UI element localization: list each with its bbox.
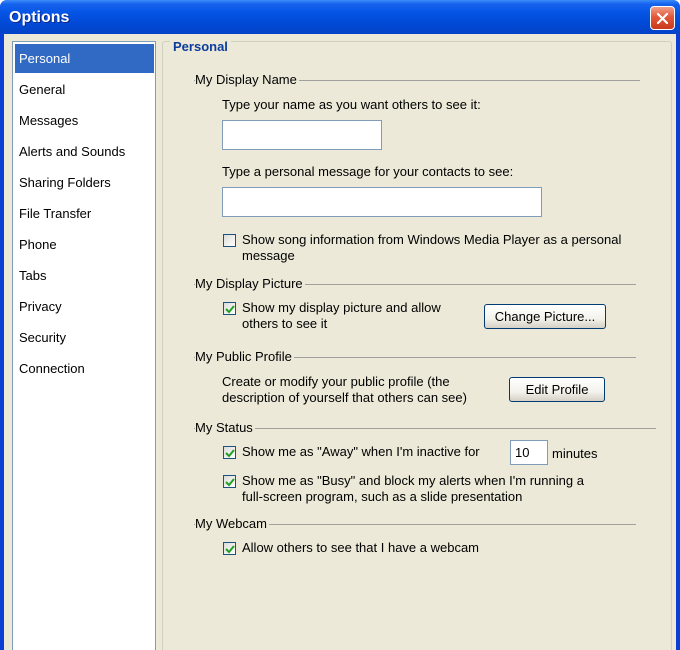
- display-picture-heading: My Display Picture: [195, 276, 305, 291]
- section-divider: [194, 428, 656, 429]
- sidebar-item-privacy[interactable]: Privacy: [15, 292, 154, 321]
- public-profile-heading: My Public Profile: [195, 349, 294, 364]
- minutes-label: minutes: [552, 446, 598, 461]
- sidebar-item-file-transfer[interactable]: File Transfer: [15, 199, 154, 228]
- close-button[interactable]: [650, 6, 675, 30]
- busy-checkbox[interactable]: [223, 475, 236, 488]
- message-label: Type a personal message for your contact…: [222, 164, 514, 179]
- options-window: Options Personal General Messages Alerts…: [0, 0, 680, 650]
- away-minutes-input[interactable]: [510, 440, 548, 465]
- busy-label-line1: Show me as "Busy" and block my alerts wh…: [242, 473, 584, 488]
- checkmark-icon: [225, 478, 235, 487]
- sidebar-item-personal[interactable]: Personal: [15, 44, 154, 73]
- webcam-label: Allow others to see that I have a webcam: [242, 540, 480, 555]
- display-name-heading: My Display Name: [195, 72, 299, 87]
- display-name-input[interactable]: [222, 120, 382, 150]
- sidebar-item-alerts-and-sounds[interactable]: Alerts and Sounds: [15, 137, 154, 166]
- sidebar-item-phone[interactable]: Phone: [15, 230, 154, 259]
- panel-title: Personal: [170, 39, 231, 54]
- away-label: Show me as "Away" when I'm inactive for: [242, 444, 480, 459]
- profile-desc-line1: Create or modify your public profile (th…: [222, 374, 450, 389]
- name-label: Type your name as you want others to see…: [222, 97, 481, 112]
- profile-desc-line2: description of yourself that others can …: [222, 390, 467, 405]
- status-heading: My Status: [195, 420, 255, 435]
- checkmark-icon: [225, 545, 235, 554]
- show-picture-label-line2: others to see it: [242, 316, 328, 331]
- show-picture-checkbox[interactable]: [223, 302, 236, 315]
- song-info-label-line1: Show song information from Windows Media…: [242, 232, 622, 247]
- change-picture-button[interactable]: Change Picture...: [484, 304, 606, 329]
- sidebar-item-connection[interactable]: Connection: [15, 354, 154, 383]
- category-list: Personal General Messages Alerts and Sou…: [12, 41, 156, 650]
- checkmark-icon: [225, 305, 235, 314]
- show-picture-label-line1: Show my display picture and allow: [242, 300, 441, 315]
- title-bar[interactable]: Options: [0, 0, 680, 34]
- sidebar-item-security[interactable]: Security: [15, 323, 154, 352]
- webcam-checkbox[interactable]: [223, 542, 236, 555]
- edit-profile-button[interactable]: Edit Profile: [509, 377, 605, 402]
- close-icon: [656, 12, 669, 24]
- window-title: Options: [9, 9, 70, 26]
- checkmark-icon: [225, 449, 235, 458]
- away-checkbox[interactable]: [223, 446, 236, 459]
- sidebar-item-tabs[interactable]: Tabs: [15, 261, 154, 290]
- sidebar-item-sharing-folders[interactable]: Sharing Folders: [15, 168, 154, 197]
- sidebar-item-messages[interactable]: Messages: [15, 106, 154, 135]
- personal-message-input[interactable]: [222, 187, 542, 217]
- webcam-heading: My Webcam: [195, 516, 269, 531]
- sidebar-item-general[interactable]: General: [15, 75, 154, 104]
- song-info-checkbox[interactable]: [223, 234, 236, 247]
- dialog-body: Personal General Messages Alerts and Sou…: [4, 34, 676, 650]
- song-info-label-line2: message: [242, 248, 295, 263]
- busy-label-line2: full-screen program, such as a slide pre…: [242, 489, 523, 504]
